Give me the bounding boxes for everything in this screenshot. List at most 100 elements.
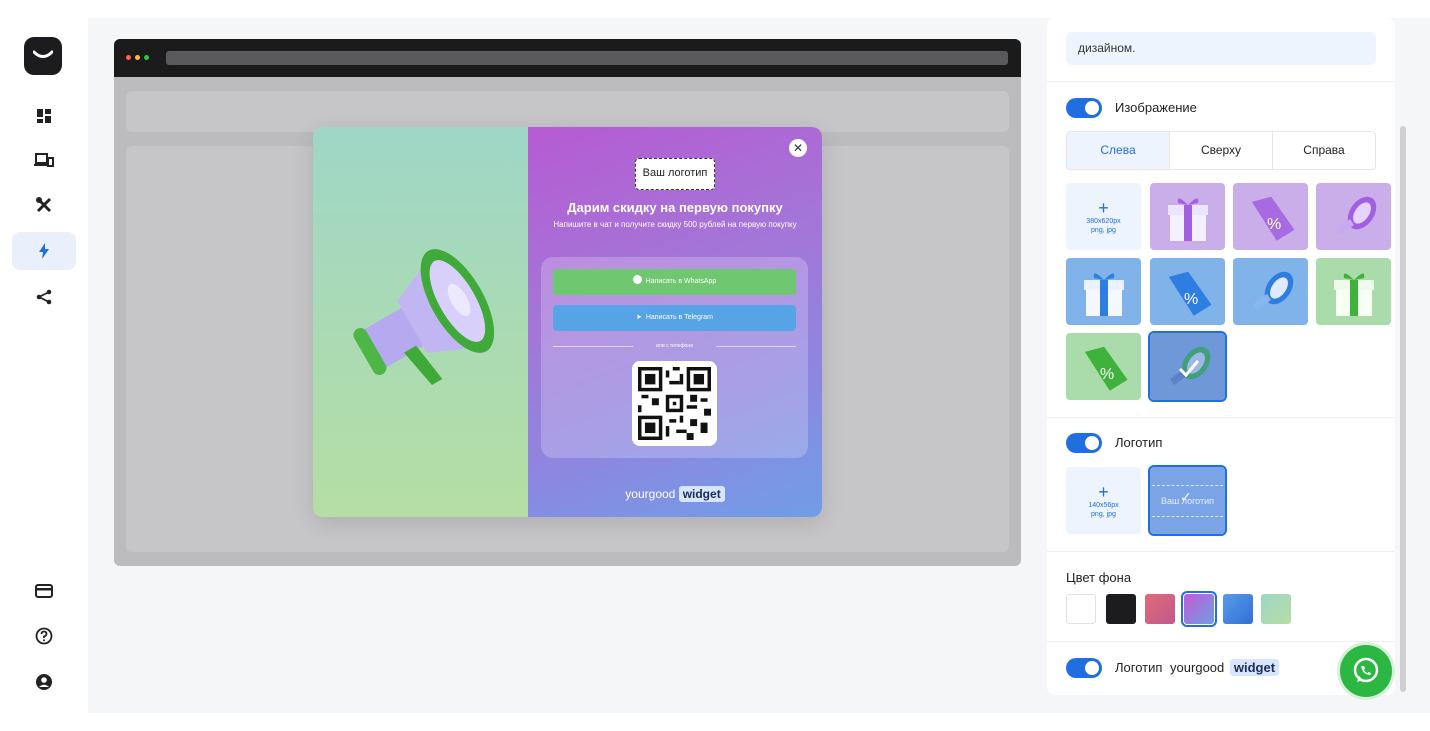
url-bar bbox=[166, 51, 1008, 65]
image-option-tag-green[interactable]: % bbox=[1066, 333, 1141, 400]
brand-badge: widget bbox=[678, 486, 725, 502]
brand-logo-toggle[interactable] bbox=[1066, 658, 1102, 678]
gift-icon bbox=[1167, 197, 1208, 241]
divider bbox=[1047, 551, 1395, 552]
upload-format: png, jpg bbox=[1091, 510, 1116, 518]
design-note: дизайном. bbox=[1066, 32, 1376, 65]
image-option-tag-blue[interactable]: % bbox=[1150, 258, 1225, 325]
plus-icon: + bbox=[1098, 481, 1109, 502]
image-option-megaphone-purple[interactable] bbox=[1316, 183, 1391, 250]
popup-image-area bbox=[313, 127, 528, 517]
telegram-button-label: Написать в Telegram bbox=[645, 314, 713, 321]
logo-upload-button[interactable]: + 140x56px png, jpg bbox=[1066, 467, 1141, 534]
placeholder-block bbox=[126, 91, 1009, 132]
sidebar-item-profile[interactable] bbox=[12, 663, 76, 701]
brand-main: yourgood bbox=[1170, 660, 1225, 675]
megaphone-icon bbox=[1335, 196, 1376, 235]
whatsapp-button-label: Написать в WhatsApp bbox=[645, 278, 717, 285]
color-swatch-white[interactable] bbox=[1066, 594, 1096, 624]
divider bbox=[1047, 81, 1395, 82]
sidebar-item-automation[interactable] bbox=[12, 232, 76, 270]
image-toggle[interactable] bbox=[1066, 98, 1102, 118]
image-upload-button[interactable]: + 380x620px png, jpg bbox=[1066, 183, 1141, 250]
tab-right[interactable]: Справа bbox=[1273, 132, 1375, 169]
whatsapp-chat-button[interactable] bbox=[1340, 645, 1392, 697]
popup-close-button[interactable]: ✕ bbox=[789, 139, 807, 157]
logo-option-placeholder[interactable]: Ваш логотип ✓ bbox=[1148, 465, 1227, 536]
share-icon bbox=[36, 289, 52, 305]
sidebar-item-help[interactable] bbox=[12, 617, 76, 655]
bg-color-label: Цвет фона bbox=[1066, 570, 1132, 585]
whatsapp-button[interactable]: Написать в WhatsApp bbox=[553, 269, 796, 295]
logo-placeholder: Ваш логотип bbox=[635, 158, 715, 190]
image-option-gift-green[interactable] bbox=[1316, 258, 1391, 325]
gift-icon bbox=[1333, 272, 1374, 316]
sidebar bbox=[0, 0, 88, 731]
telegram-button[interactable]: ➤ Написать в Telegram bbox=[553, 305, 796, 331]
app-logo[interactable] bbox=[24, 37, 62, 75]
card-icon bbox=[35, 584, 53, 598]
megaphone-icon bbox=[1169, 346, 1210, 385]
tab-top[interactable]: Сверху bbox=[1170, 132, 1273, 169]
sidebar-item-share[interactable] bbox=[12, 278, 76, 316]
brand-badge: widget bbox=[1229, 659, 1280, 676]
popup-subtitle: Напишите в чат и получите скидку 500 руб… bbox=[553, 220, 797, 229]
color-swatch-blue[interactable] bbox=[1223, 594, 1253, 624]
divider bbox=[1047, 641, 1395, 642]
tag-icon: % bbox=[1084, 346, 1128, 391]
qr-code bbox=[632, 361, 717, 446]
contact-card: Написать в WhatsApp ➤ Написать в Telegram… bbox=[541, 257, 808, 458]
svg-text:%: % bbox=[1100, 366, 1114, 383]
tag-icon: % bbox=[1251, 196, 1295, 241]
sidebar-item-devices[interactable] bbox=[12, 141, 76, 179]
popup-brand: yourgood widget bbox=[528, 486, 822, 502]
image-section-label: Изображение bbox=[1115, 100, 1197, 115]
color-swatch-green[interactable] bbox=[1261, 594, 1291, 624]
plus-icon: + bbox=[1098, 197, 1109, 218]
tab-left[interactable]: Слева bbox=[1067, 132, 1170, 169]
logo-section-label: Логотип bbox=[1115, 435, 1163, 450]
megaphone-illustration bbox=[353, 249, 495, 385]
sidebar-item-tools[interactable] bbox=[12, 186, 76, 224]
tools-icon bbox=[36, 197, 52, 213]
brand-logo-text: Логотип bbox=[1115, 660, 1163, 675]
maximize-dot-icon bbox=[144, 55, 149, 60]
divider bbox=[1047, 417, 1395, 418]
image-option-tag-purple[interactable]: % bbox=[1233, 183, 1308, 250]
image-option-gift-purple[interactable] bbox=[1150, 183, 1225, 250]
image-option-megaphone-green[interactable] bbox=[1148, 331, 1227, 402]
image-option-megaphone-blue[interactable] bbox=[1233, 258, 1308, 325]
lightning-icon bbox=[39, 243, 49, 259]
svg-text:%: % bbox=[1184, 291, 1198, 308]
upload-size: 380x620px bbox=[1086, 217, 1121, 225]
check-icon: ✓ bbox=[1180, 489, 1192, 505]
close-dot-icon bbox=[126, 55, 131, 60]
color-swatch-pink[interactable] bbox=[1145, 594, 1175, 624]
gift-icon bbox=[1083, 272, 1124, 316]
devices-icon bbox=[34, 153, 54, 167]
user-icon bbox=[36, 674, 52, 690]
panel-scrollbar[interactable] bbox=[1400, 126, 1406, 692]
brand-main: yourgood bbox=[625, 487, 676, 501]
tag-icon: % bbox=[1168, 271, 1212, 316]
settings-panel: дизайном. Изображение Слева Сверху Справ… bbox=[1047, 18, 1395, 695]
popup-title: Дарим скидку на первую покупку bbox=[567, 200, 783, 215]
image-position-tabs: Слева Сверху Справа bbox=[1066, 131, 1376, 170]
logo-toggle[interactable] bbox=[1066, 433, 1102, 453]
color-swatch-black[interactable] bbox=[1106, 594, 1136, 624]
whatsapp-icon bbox=[1353, 657, 1379, 683]
dashboard-icon bbox=[37, 109, 51, 123]
browser-toolbar bbox=[114, 39, 1021, 77]
minimize-dot-icon bbox=[135, 55, 140, 60]
telegram-icon: ➤ bbox=[635, 314, 642, 321]
image-option-gift-blue[interactable] bbox=[1066, 258, 1141, 325]
popup-content-area: ✕ Ваш логотип Дарим скидку на первую пок… bbox=[528, 127, 822, 517]
svg-text:%: % bbox=[1267, 216, 1281, 233]
brand-logo-label: Логотип yourgood widget bbox=[1115, 659, 1280, 676]
help-icon bbox=[35, 627, 53, 645]
whatsapp-icon bbox=[632, 275, 642, 284]
upload-size: 140x56px bbox=[1088, 501, 1119, 509]
color-swatch-purple[interactable] bbox=[1181, 591, 1217, 627]
sidebar-item-billing[interactable] bbox=[12, 572, 76, 610]
sidebar-item-dashboard[interactable] bbox=[12, 97, 76, 135]
